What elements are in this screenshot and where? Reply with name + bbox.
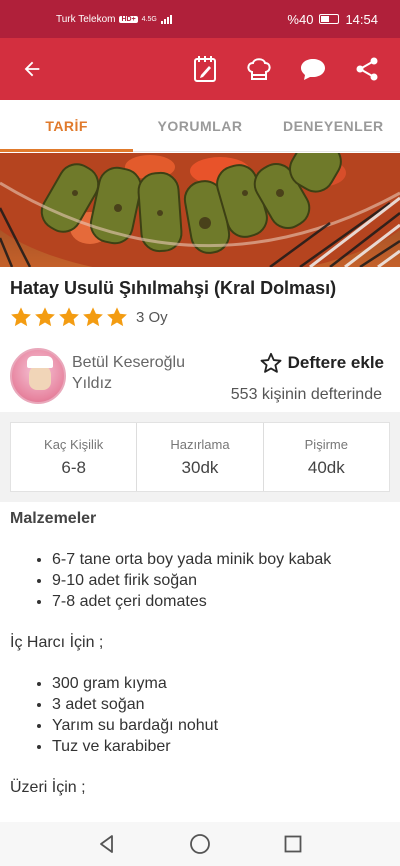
recipe-photo[interactable]	[0, 153, 400, 267]
star-icon	[83, 307, 103, 327]
network-type: 4.5G	[141, 15, 157, 23]
ingredient-group-title: İç Harcı İçin ;	[10, 634, 104, 651]
recipe-title: Hatay Usulü Şıhılmahşi (Kral Dolması)	[10, 278, 337, 298]
stat-value: 40dk	[307, 457, 345, 477]
system-nav-bar	[0, 822, 400, 866]
ingredient-group-title: Üzeri İçin ;	[10, 779, 86, 796]
list-item: Yarım su bardağı nohut	[52, 715, 390, 736]
carrier-name: Turk Telekom	[56, 13, 116, 25]
carrier-info: Turk Telekom HD+ 4.5G	[56, 14, 175, 25]
list-item: 3 adet soğan	[52, 694, 390, 715]
author-name[interactable]: Betül Keseroğlu Yıldız	[72, 352, 222, 394]
status-bar: Turk Telekom HD+ 4.5G %40 14:54	[0, 0, 400, 38]
ingredient-list-main: 6-7 tane orta boy yada minik boy kabak 9…	[10, 549, 390, 612]
stat-label: Hazırlama	[170, 436, 230, 452]
star-icon	[35, 307, 55, 327]
stat-value: 6-8	[61, 457, 86, 477]
list-item: Tuz ve karabiber	[52, 736, 390, 757]
share-icon[interactable]	[352, 54, 382, 84]
star-icon	[107, 307, 127, 327]
star-icon	[11, 307, 31, 327]
app-bar	[0, 38, 400, 100]
ingredients-heading: Malzemeler	[10, 510, 97, 527]
add-to-notebook-label: Deftere ekle	[287, 353, 384, 372]
notebook-icon[interactable]	[190, 54, 220, 84]
list-item: 9-10 adet firik soğan	[52, 570, 390, 591]
chef-hat-icon[interactable]	[244, 54, 274, 84]
stat-label: Pişirme	[304, 436, 348, 452]
nav-recents-icon[interactable]	[278, 829, 308, 859]
chat-icon[interactable]	[298, 54, 328, 84]
star-icon	[59, 307, 79, 327]
nav-home-icon[interactable]	[185, 829, 215, 859]
tab-bar: TARİF YORUMLAR DENEYENLER	[0, 100, 400, 152]
tab-triers[interactable]: DENEYENLER	[267, 100, 400, 151]
tab-comments[interactable]: YORUMLAR	[133, 100, 266, 151]
add-to-notebook-button[interactable]: Deftere ekle	[260, 352, 384, 374]
back-arrow-icon[interactable]	[18, 55, 46, 83]
hd-badge: HD+	[119, 15, 138, 23]
list-item: 7-8 adet çeri domates	[52, 591, 390, 612]
stat-prep: Hazırlama 30dk	[136, 423, 262, 491]
rating[interactable]: 3 Oy	[10, 306, 168, 328]
notebook-count: 553 kişinin defterinde	[230, 386, 382, 403]
list-item: 300 gram kıyma	[52, 673, 390, 694]
ingredient-list-filling: 300 gram kıyma 3 adet soğan Yarım su bar…	[10, 673, 390, 757]
battery-icon	[319, 14, 340, 24]
avatar[interactable]	[10, 348, 66, 404]
star-outline-icon	[260, 352, 282, 373]
ingredients-section: Malzemeler 6-7 tane orta boy yada minik …	[10, 508, 390, 818]
rating-count: 3 Oy	[136, 308, 168, 326]
stat-servings: Kaç Kişilik 6-8	[11, 423, 136, 491]
stat-label: Kaç Kişilik	[44, 436, 104, 452]
battery-percent: %40	[287, 11, 314, 27]
signal-icon	[160, 15, 172, 24]
stat-value: 30dk	[181, 457, 219, 477]
stat-cook: Pişirme 40dk	[262, 423, 389, 491]
clock: 14:54	[345, 11, 378, 27]
nav-back-icon[interactable]	[92, 829, 122, 859]
list-item: 6-7 tane orta boy yada minik boy kabak	[52, 549, 390, 570]
recipe-stats: Kaç Kişilik 6-8 Hazırlama 30dk Pişirme 4…	[10, 422, 390, 492]
author-row: Betül Keseroğlu Yıldız Deftere ekle 553 …	[10, 346, 390, 412]
tab-recipe[interactable]: TARİF	[0, 100, 134, 152]
